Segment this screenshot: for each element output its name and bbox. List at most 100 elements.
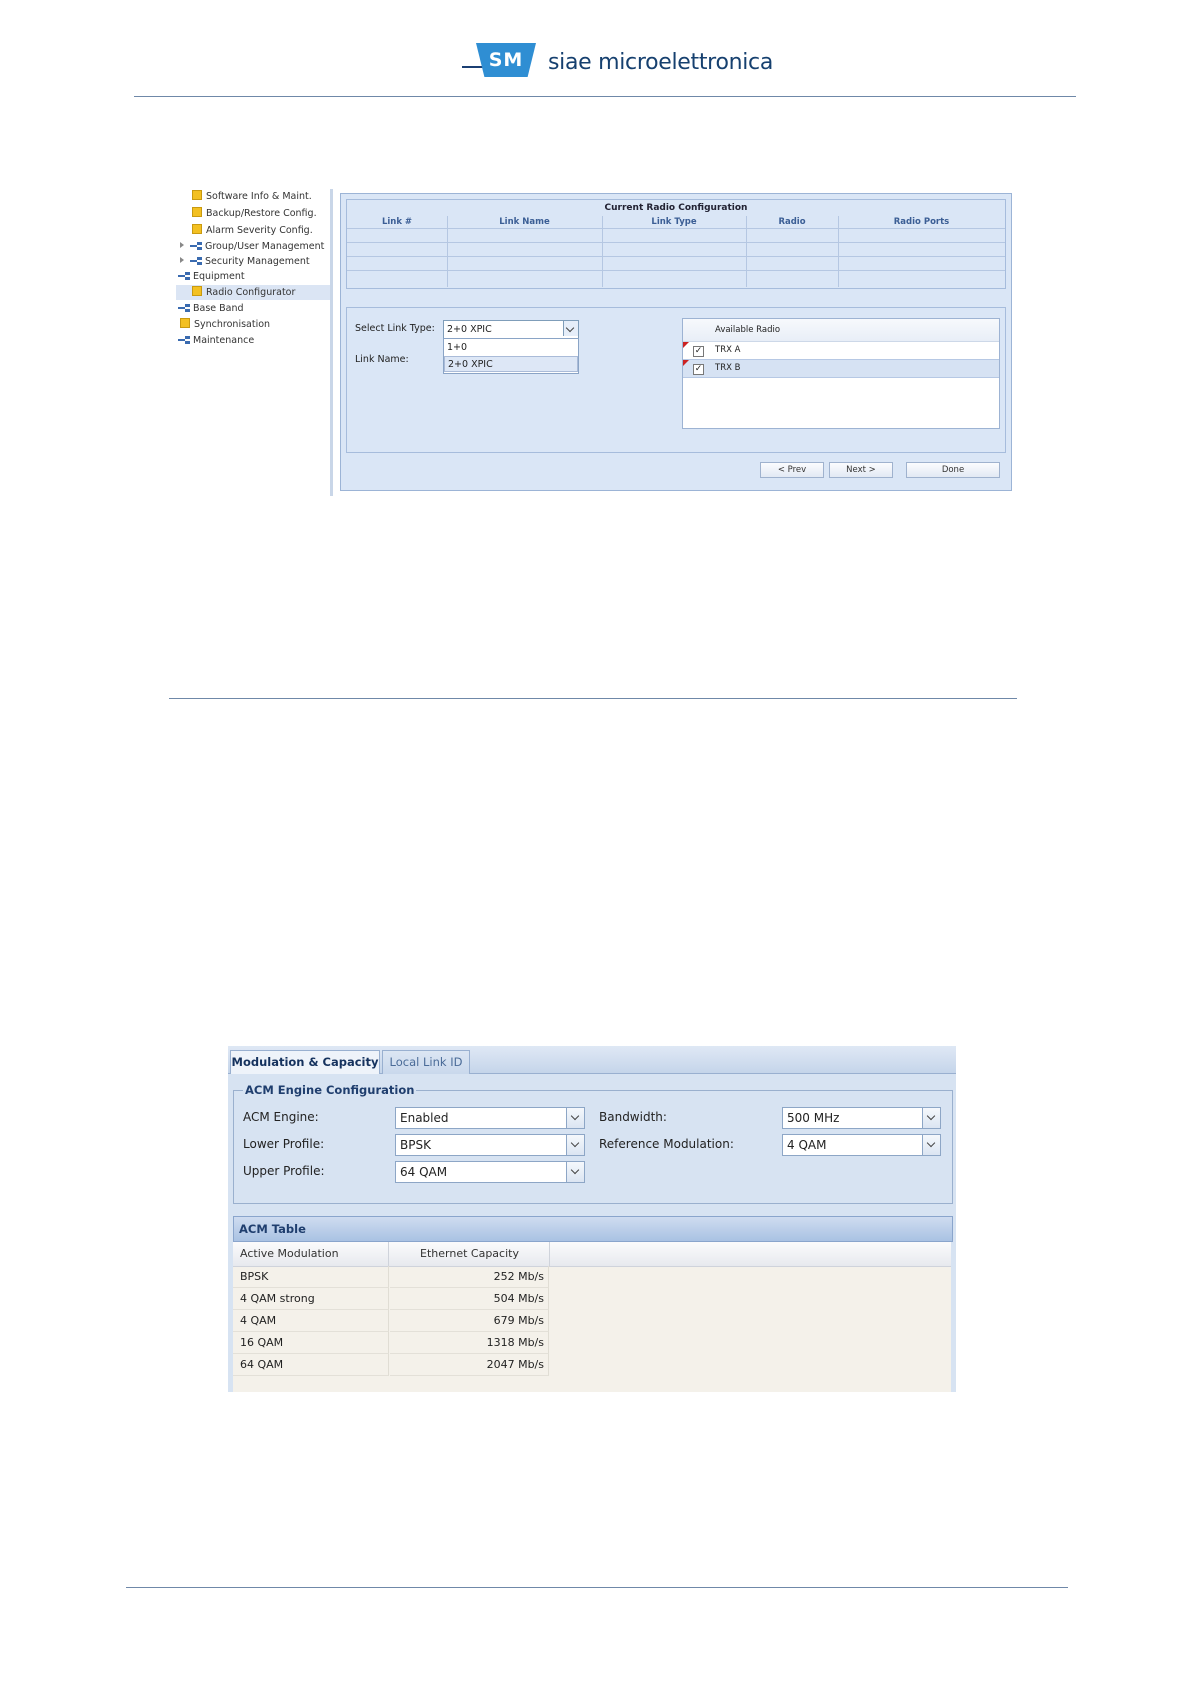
checkbox[interactable]: ✓	[693, 364, 704, 375]
tree-item-label: Software Info & Maint.	[206, 191, 312, 202]
link-type-option[interactable]: 2+0 XPIC	[444, 356, 578, 372]
tree-item-label: Security Management	[205, 256, 310, 267]
column-header-link-name: Link Name	[499, 217, 550, 227]
modulation-cell: 4 QAM strong	[233, 1288, 389, 1310]
chevron-down-icon	[570, 1138, 580, 1148]
network-node-icon	[190, 242, 202, 250]
expand-arrow-icon[interactable]	[180, 257, 184, 263]
chevron-down-icon	[926, 1138, 936, 1148]
chevron-down-icon	[565, 323, 575, 333]
tree-item-label: Backup/Restore Config.	[206, 208, 317, 219]
chevron-down-icon	[926, 1111, 936, 1121]
acm-table-title: ACM Table	[239, 1222, 306, 1236]
current-config-table: Current Radio Configuration Link # Link …	[346, 199, 1006, 289]
table-row[interactable]: 4 QAM 679 Mb/s	[233, 1310, 951, 1332]
expand-arrow-icon[interactable]	[180, 242, 184, 248]
folder-icon	[180, 318, 190, 328]
list-item[interactable]: ✓ TRX A	[683, 342, 999, 359]
prev-button[interactable]: < Prev	[760, 462, 824, 478]
next-button[interactable]: Next >	[829, 462, 893, 478]
dropdown-button[interactable]	[922, 1108, 940, 1128]
tree-item-radio-configurator[interactable]: Radio Configurator	[176, 285, 330, 300]
select-value: Enabled	[400, 1111, 449, 1125]
table-row[interactable]	[347, 256, 1005, 270]
available-radio-header: Available Radio	[683, 319, 999, 342]
radio-label: TRX B	[715, 363, 741, 373]
capacity-cell: 1318 Mb/s	[390, 1332, 549, 1354]
select-value: 64 QAM	[400, 1165, 448, 1179]
network-node-icon	[178, 336, 190, 344]
tree-item-alarm-severity[interactable]: Alarm Severity Config.	[192, 223, 313, 238]
bandwidth-select[interactable]: 500 MHz	[782, 1107, 941, 1129]
tree-item-software-info[interactable]: Software Info & Maint.	[192, 189, 312, 204]
folder-icon	[192, 207, 202, 217]
column-header-ethernet-capacity[interactable]: Ethernet Capacity	[390, 1242, 550, 1266]
link-type-select[interactable]: 2+0 XPIC	[443, 320, 579, 339]
acm-table-header: ACM Table	[233, 1216, 953, 1242]
tree-item-label: Base Band	[193, 303, 244, 314]
tree-item-label: Radio Configurator	[206, 287, 296, 298]
select-value: 4 QAM	[787, 1138, 827, 1152]
table-row[interactable]: 4 QAM strong 504 Mb/s	[233, 1288, 951, 1310]
tree-item-security[interactable]: Security Management	[180, 254, 310, 269]
table-title: Current Radio Configuration	[604, 203, 748, 213]
table-row[interactable]: 16 QAM 1318 Mb/s	[233, 1332, 951, 1354]
splitter[interactable]	[330, 189, 333, 496]
dropdown-button[interactable]	[566, 1135, 584, 1155]
dirty-marker-icon	[683, 342, 689, 348]
tree-item-group-user[interactable]: Group/User Management	[180, 239, 324, 254]
modulation-cell: 16 QAM	[233, 1332, 389, 1354]
available-radio-list: Available Radio ✓ TRX A ✓ TRX B	[682, 318, 1000, 429]
link-type-value: 2+0 XPIC	[447, 324, 492, 335]
tree-item-maintenance[interactable]: Maintenance	[178, 333, 254, 348]
tree-item-synchronisation[interactable]: Synchronisation	[180, 317, 270, 332]
table-row[interactable]	[347, 270, 1005, 284]
reference-modulation-select[interactable]: 4 QAM	[782, 1134, 941, 1156]
table-row[interactable]	[347, 228, 1005, 242]
done-button[interactable]: Done	[906, 462, 1000, 478]
capacity-cell: 252 Mb/s	[390, 1266, 549, 1288]
column-header-radio-ports: Radio Ports	[893, 217, 950, 227]
header-label: Available Radio	[715, 325, 781, 335]
capacity-cell: 679 Mb/s	[390, 1310, 549, 1332]
tree-item-label: Equipment	[193, 271, 245, 282]
tree-item-label: Synchronisation	[194, 319, 271, 330]
select-value: BPSK	[400, 1138, 431, 1152]
tree-item-backup-restore[interactable]: Backup/Restore Config.	[192, 206, 317, 221]
link-type-dropdown-list: 1+0 2+0 XPIC	[443, 338, 579, 374]
tree-item-label: Alarm Severity Config.	[206, 225, 313, 236]
lower-profile-label: Lower Profile:	[243, 1137, 325, 1151]
dropdown-button[interactable]	[566, 1108, 584, 1128]
table-row[interactable]: BPSK 252 Mb/s	[233, 1266, 951, 1288]
tab-local-link-id[interactable]: Local Link ID	[382, 1050, 470, 1074]
tab-modulation-capacity[interactable]: Modulation & Capacity	[230, 1050, 380, 1074]
chevron-down-icon	[570, 1111, 580, 1121]
dirty-marker-icon	[683, 360, 689, 366]
acm-engine-legend: ACM Engine Configuration	[243, 1083, 417, 1097]
folder-icon	[192, 190, 202, 200]
acm-engine-select[interactable]: Enabled	[395, 1107, 585, 1129]
modulation-cell: 4 QAM	[233, 1310, 389, 1332]
capacity-cell: 504 Mb/s	[390, 1288, 549, 1310]
link-type-dropdown-button[interactable]	[563, 321, 578, 336]
column-header-link-number: Link #	[381, 217, 413, 227]
column-header-radio: Radio	[778, 217, 806, 227]
modulation-cell: 64 QAM	[233, 1354, 389, 1376]
table-row[interactable]	[347, 242, 1005, 256]
column-header-active-modulation[interactable]: Active Modulation	[233, 1242, 389, 1266]
acm-table-columns: Active Modulation Ethernet Capacity	[233, 1242, 951, 1267]
list-item[interactable]: ✓ TRX B	[683, 359, 999, 378]
checkbox[interactable]: ✓	[693, 346, 704, 357]
tree-item-equipment[interactable]: Equipment	[178, 269, 245, 284]
header-rule	[134, 96, 1076, 97]
table-row[interactable]: 64 QAM 2047 Mb/s	[233, 1354, 951, 1376]
logo-badge-text: SM	[488, 49, 524, 71]
tree-item-base-band[interactable]: Base Band	[178, 301, 244, 316]
dropdown-button[interactable]	[566, 1162, 584, 1182]
upper-profile-select[interactable]: 64 QAM	[395, 1161, 585, 1183]
link-type-option[interactable]: 1+0	[444, 340, 578, 356]
lower-profile-select[interactable]: BPSK	[395, 1134, 585, 1156]
dropdown-button[interactable]	[922, 1135, 940, 1155]
company-name: siae microelettronica	[548, 50, 774, 75]
section-rule	[169, 698, 1017, 699]
